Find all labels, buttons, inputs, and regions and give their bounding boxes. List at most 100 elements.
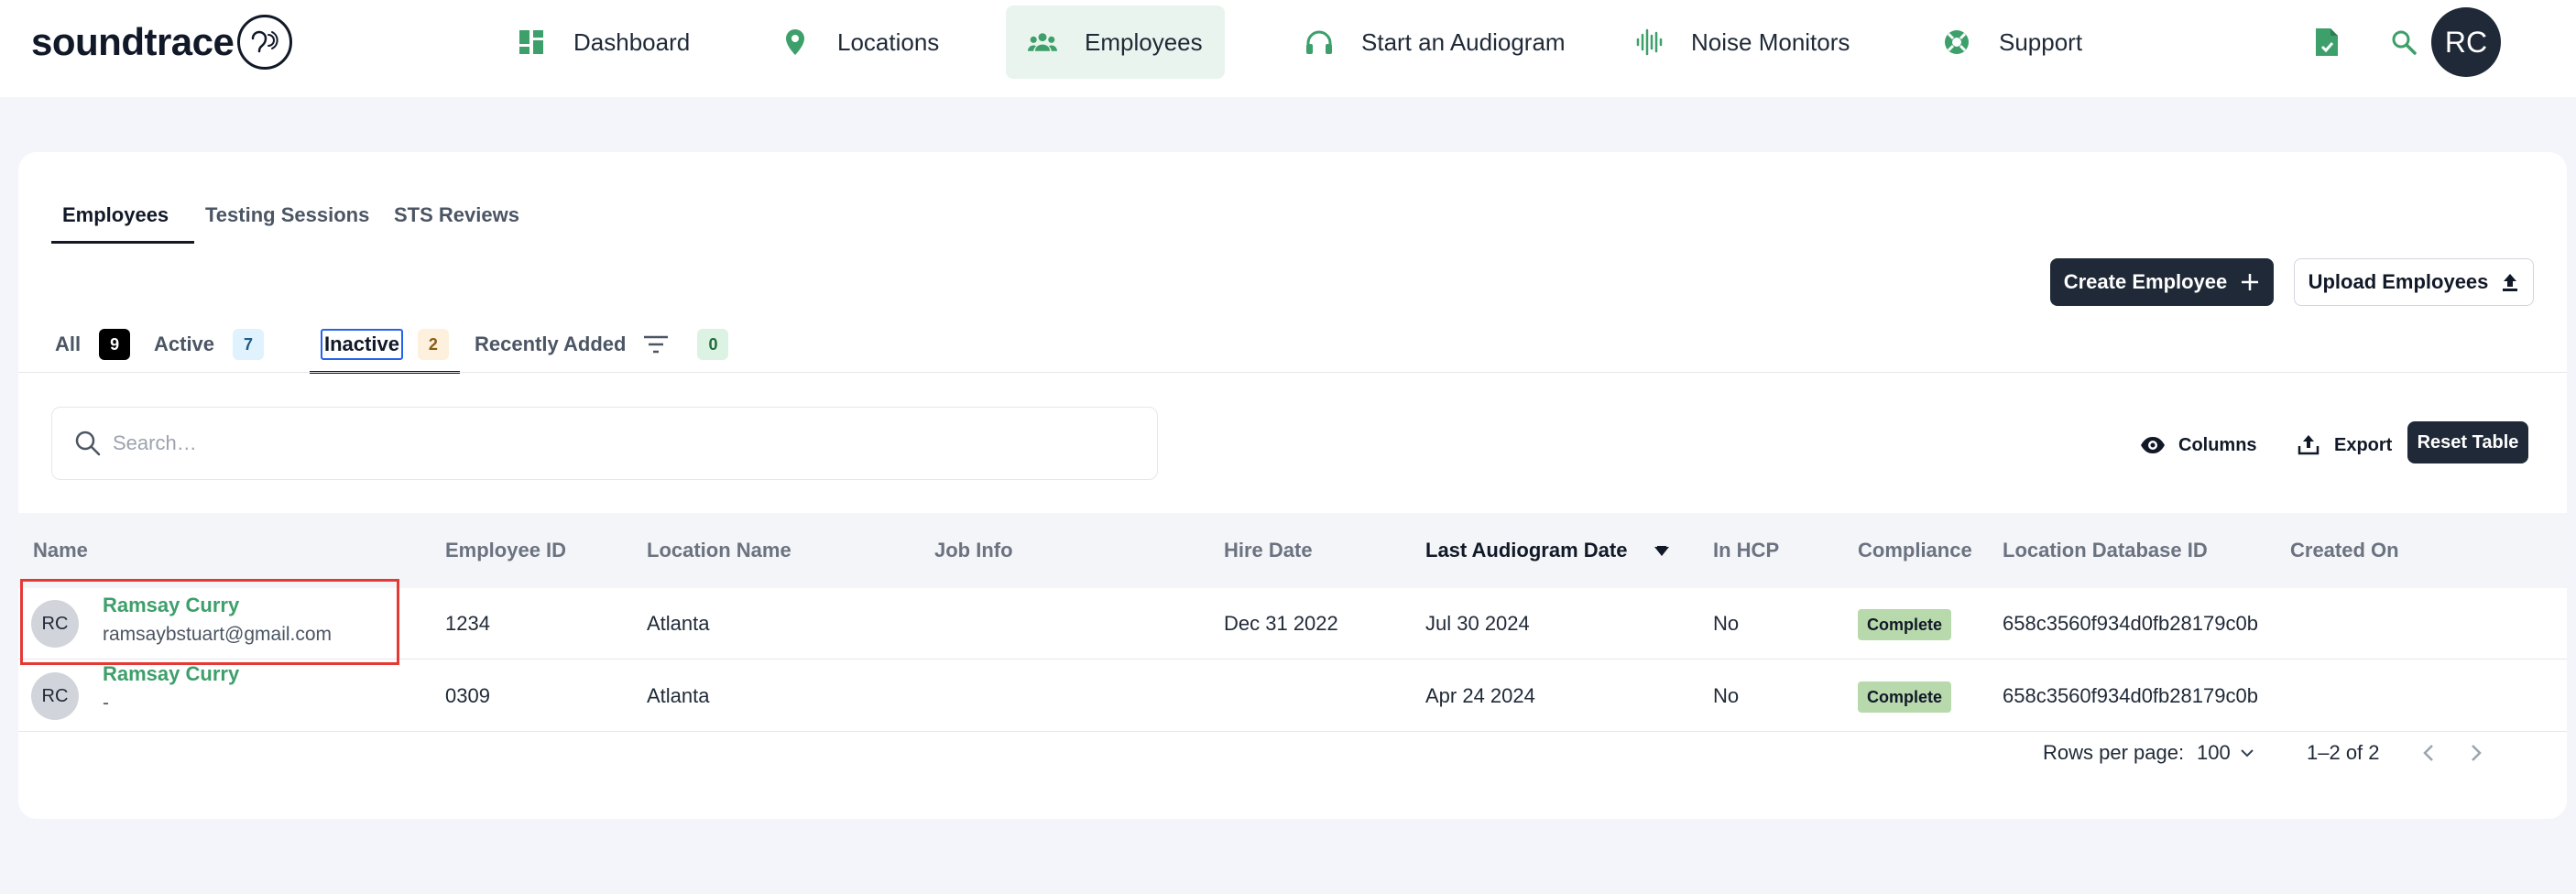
table-row[interactable]: RC Ramsay Curry - 0309 Atlanta Apr 24 20…	[18, 660, 2567, 732]
pagination-range: 1–2 of 2	[2307, 741, 2380, 764]
highlight-box	[20, 579, 399, 665]
employee-avatar: RC	[31, 672, 79, 720]
filter-label: Recently Added	[475, 333, 627, 355]
export-button[interactable]: Export	[2296, 427, 2392, 463]
soundwave-icon	[1634, 27, 1664, 57]
logo-text: soundtrace	[31, 20, 235, 63]
columns-label: Columns	[2178, 434, 2257, 455]
column-header-location-database-id[interactable]: Location Database ID	[2003, 513, 2208, 588]
location-database-id-cell: 658c3560f934d0fb28179c0b	[2003, 684, 2258, 707]
create-employee-button[interactable]: Create Employee	[2050, 258, 2274, 306]
filter-label: Inactive	[321, 329, 403, 360]
search-icon	[74, 430, 102, 457]
nav-item-support[interactable]: Support	[1920, 5, 2104, 79]
column-header-compliance[interactable]: Compliance	[1858, 513, 1972, 588]
upload-employees-button[interactable]: Upload Employees	[2294, 258, 2534, 306]
filter-inactive[interactable]: Inactive 2	[310, 317, 460, 374]
last-audiogram-date-cell: Apr 24 2024	[1425, 684, 1535, 707]
last-audiogram-date-cell: Jul 30 2024	[1425, 612, 1530, 635]
next-page-button[interactable]	[2470, 735, 2483, 771]
rows-per-page-label: Rows per page:	[2043, 741, 2185, 764]
search-icon[interactable]	[2387, 26, 2420, 59]
employee-email: -	[103, 692, 109, 714]
location-name-cell: Atlanta	[647, 684, 710, 707]
nav-item-label: Employees	[1085, 27, 1203, 56]
nav-item-noise-monitors[interactable]: Noise Monitors	[1612, 5, 1872, 79]
chevron-left-icon	[2422, 743, 2435, 763]
chevron-down-icon	[2240, 748, 2254, 758]
previous-page-button[interactable]	[2422, 735, 2435, 771]
column-header-in-hcp[interactable]: In HCP	[1713, 513, 1779, 588]
location-database-id-cell: 658c3560f934d0fb28179c0b	[2003, 612, 2258, 635]
column-header-employee-id[interactable]: Employee ID	[445, 513, 566, 588]
soundtrace-logo[interactable]: soundtrace	[31, 15, 293, 70]
column-header-name[interactable]: Name	[33, 513, 88, 588]
filter-recently-added[interactable]: Recently Added 0	[471, 317, 729, 372]
chevron-right-icon	[2470, 743, 2483, 763]
employee-id-cell: 1234	[445, 612, 490, 635]
lifebuoy-icon	[1942, 27, 1971, 57]
column-header-location-name[interactable]: Location Name	[647, 513, 791, 588]
upload-employees-label: Upload Employees	[2308, 270, 2489, 293]
location-name-cell: Atlanta	[647, 612, 710, 635]
nav-item-label: Start an Audiogram	[1361, 27, 1566, 56]
in-hcp-cell: No	[1713, 612, 1740, 635]
ear-logo-icon	[237, 15, 293, 70]
top-navigation-bar: soundtrace Dashboard Locations Employees	[0, 0, 2576, 97]
create-employee-label: Create Employee	[2063, 270, 2228, 293]
columns-button[interactable]: Columns	[2140, 427, 2257, 463]
page-tabs: Employees Testing Sessions STS Reviews	[51, 192, 530, 244]
count-badge: 9	[99, 329, 131, 360]
rows-per-page-select[interactable]: 100	[2197, 735, 2254, 771]
nav-item-employees[interactable]: Employees	[1006, 5, 1225, 79]
rows-per-page-value: 100	[2197, 741, 2231, 764]
column-header-last-audiogram-date[interactable]: Last Audiogram Date	[1425, 513, 1670, 588]
filter-lines-icon	[642, 333, 670, 355]
search-input[interactable]	[113, 431, 1120, 455]
filter-all[interactable]: All 9	[51, 317, 131, 372]
nav-item-label: Noise Monitors	[1691, 27, 1850, 56]
headphones-icon	[1304, 27, 1334, 57]
nav-item-dashboard[interactable]: Dashboard	[495, 5, 712, 79]
nav-item-label: Support	[1999, 27, 2083, 56]
compliance-badge: Complete	[1858, 681, 1952, 714]
eye-icon	[2140, 432, 2166, 458]
table-row[interactable]: RC Ramsay Curry ramsaybstuart@gmail.com …	[18, 588, 2567, 660]
column-header-created-on[interactable]: Created On	[2290, 513, 2399, 588]
compliance-cell: Complete	[1858, 660, 1952, 732]
compliance-cell: Complete	[1858, 588, 1952, 660]
reset-table-button[interactable]: Reset Table	[2407, 421, 2528, 463]
plus-icon	[2240, 272, 2260, 292]
column-header-job-info[interactable]: Job Info	[934, 513, 1013, 588]
tab-testing-sessions[interactable]: Testing Sessions	[194, 192, 383, 244]
search-box	[51, 407, 1158, 480]
nav-item-label: Dashboard	[573, 27, 691, 56]
export-label: Export	[2334, 434, 2393, 455]
compliance-badge: Complete	[1858, 609, 1952, 641]
nav-item-start-audiogram[interactable]: Start an Audiogram	[1283, 5, 1588, 79]
people-icon	[1028, 27, 1057, 57]
export-icon	[2296, 432, 2321, 458]
column-header-label: Last Audiogram Date	[1425, 539, 1628, 561]
location-pin-icon	[780, 27, 810, 57]
report-document-icon[interactable]	[2310, 26, 2343, 59]
nav-item-locations[interactable]: Locations	[759, 5, 961, 79]
table-header: Name Employee ID Location Name Job Info …	[18, 513, 2567, 588]
upload-icon	[2501, 272, 2519, 292]
hire-date-cell: Dec 31 2022	[1224, 612, 1338, 635]
dashboard-icon	[517, 27, 546, 57]
filter-label: Active	[154, 333, 215, 355]
filter-active[interactable]: Active 7	[150, 317, 265, 372]
nav-item-label: Locations	[837, 27, 940, 56]
employees-card: Employees Testing Sessions STS Reviews C…	[18, 152, 2567, 819]
tab-employees[interactable]: Employees	[51, 192, 194, 244]
user-avatar[interactable]: RC	[2431, 7, 2501, 77]
column-header-hire-date[interactable]: Hire Date	[1224, 513, 1313, 588]
divider	[18, 372, 2567, 373]
count-badge: 7	[233, 329, 265, 360]
sort-descending-icon	[1654, 514, 1670, 589]
filter-label: All	[55, 333, 82, 355]
count-badge: 0	[697, 329, 729, 360]
tab-sts-reviews[interactable]: STS Reviews	[383, 192, 530, 244]
employee-id-cell: 0309	[445, 684, 490, 707]
